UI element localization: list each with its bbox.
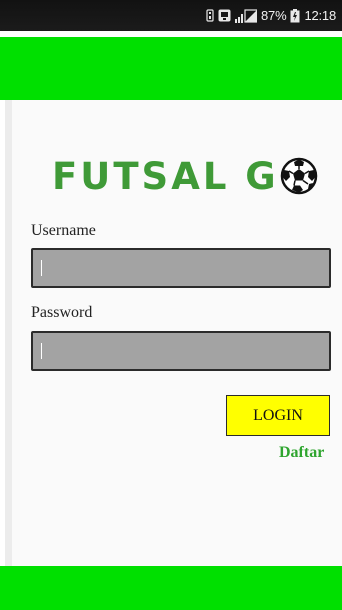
password-label: Password xyxy=(31,304,93,321)
password-input[interactable] xyxy=(31,331,331,371)
login-button[interactable]: LOGIN xyxy=(226,395,330,436)
username-input[interactable] xyxy=(31,248,331,288)
register-link[interactable]: Daftar xyxy=(279,444,324,462)
status-bar: 87% 12:18 xyxy=(0,0,342,31)
logo-text: FUTSAL G xyxy=(52,154,279,198)
app-footer-bar xyxy=(0,566,342,610)
soccer-ball-icon xyxy=(280,157,318,195)
username-label: Username xyxy=(31,222,96,239)
text-cursor xyxy=(41,343,42,359)
text-cursor xyxy=(41,260,42,276)
app-header-bar xyxy=(0,37,342,100)
battery-icon xyxy=(290,8,300,23)
signal-icon xyxy=(235,8,258,23)
sim-icon xyxy=(206,9,214,23)
app-logo: FUTSAL G xyxy=(52,157,318,195)
notification-icon xyxy=(218,9,231,23)
clock: 12:18 xyxy=(304,8,336,23)
battery-percent: 87% xyxy=(261,8,287,23)
